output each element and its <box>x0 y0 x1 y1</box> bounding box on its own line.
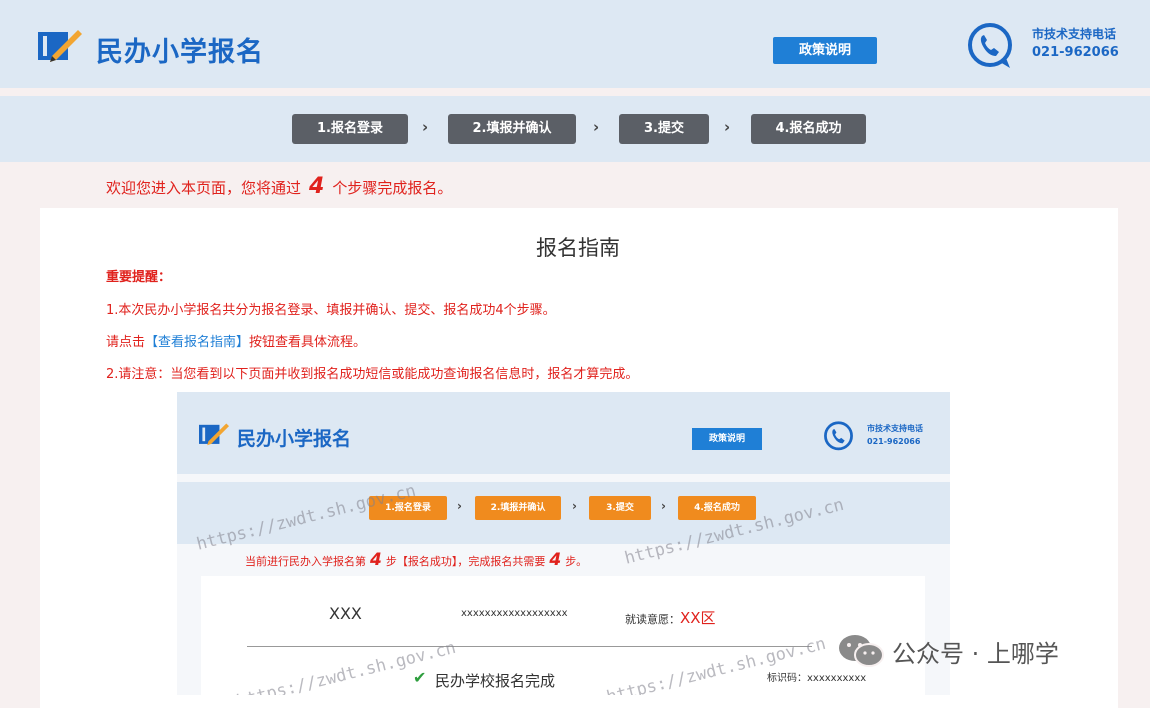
phone-icon <box>968 23 1012 68</box>
welcome-suffix: 个步骤完成报名。 <box>332 179 453 197</box>
example-support-phone: 021-962066 <box>867 437 921 446</box>
support-label: 市技术支持电话 <box>1032 27 1117 41</box>
welcome-prefix: 欢迎您进入本页面，您将通过 <box>106 179 302 197</box>
example-logo-icon <box>199 423 229 446</box>
view-guide-link[interactable]: 【查看报名指南】 <box>145 335 249 350</box>
guide-title: 报名指南 <box>536 236 620 260</box>
guide-line-3: 2.请注意：当您看到以下页面并收到报名成功短信或能成功查询报名信息时，报名才算完… <box>106 367 639 382</box>
important-heading: 重要提醒： <box>106 270 172 285</box>
example-screenshot: 民办小学报名 政策说明 市技术支持电话 021-962066 1.报名登录 › … <box>177 392 950 695</box>
wechat-account-label: 公众号 · 上哪学 <box>892 640 1059 668</box>
top-header: 民办小学报名 政策说明 市技术支持电话 021-962066 <box>0 0 1150 88</box>
example-name: XXX <box>329 604 362 623</box>
example-site-title: 民办小学报名 <box>237 428 352 450</box>
welcome-step-count: 4 <box>309 174 325 199</box>
example-code: 标识码：xxxxxxxxxx <box>767 673 867 684</box>
check-icon: ✔ <box>413 668 427 687</box>
logo-icon <box>38 30 82 62</box>
step-2-fill-confirm[interactable]: 2.填报并确认 <box>448 114 576 144</box>
example-step-arrow: › <box>661 499 666 513</box>
example-progress-text: 当前进行民办入学报名第 4 步【报名成功】，完成报名共需要 4 步。 <box>245 550 588 570</box>
guide-line-1: 1.本次民办小学报名共分为报名登录、填报并确认、提交、报名成功4个步骤。 <box>106 303 556 318</box>
step-arrow: › <box>422 118 429 136</box>
step-arrow: › <box>593 118 600 136</box>
example-step-3: 3.提交 <box>589 496 651 520</box>
steps-bar: 1.报名登录 › 2.填报并确认 › 3.提交 › 4.报名成功 <box>0 96 1150 162</box>
guide-line-2: 请点击【查看报名指南】按钮查看具体流程。 <box>106 335 367 350</box>
example-support-label: 市技术支持电话 <box>867 424 923 433</box>
example-step-arrow: › <box>457 499 462 513</box>
example-intent: 就读意愿：XX区 <box>625 609 716 627</box>
example-steps-bar: 1.报名登录 › 2.填报并确认 › 3.提交 › 4.报名成功 <box>177 482 950 544</box>
wechat-icon <box>839 635 884 667</box>
example-id-number: xxxxxxxxxxxxxxxxxx <box>461 608 568 619</box>
example-policy-button: 政策说明 <box>692 428 762 450</box>
step-arrow: › <box>724 118 731 136</box>
step-1-login[interactable]: 1.报名登录 <box>292 114 408 144</box>
support-phone: 021-962066 <box>1032 45 1119 60</box>
example-phone-icon <box>824 421 853 451</box>
example-divider <box>247 646 812 647</box>
policy-button[interactable]: 政策说明 <box>773 37 877 64</box>
example-step-4: 4.报名成功 <box>678 496 756 520</box>
site-title: 民办小学报名 <box>96 37 264 68</box>
example-header: 民办小学报名 政策说明 市技术支持电话 021-962066 <box>177 392 950 474</box>
example-step-arrow: › <box>572 499 577 513</box>
example-status: 民办学校报名完成 <box>435 672 556 690</box>
example-step-2: 2.填报并确认 <box>475 496 561 520</box>
welcome-message: 欢迎您进入本页面，您将通过 4 个步骤完成报名。 <box>106 174 452 199</box>
step-4-success[interactable]: 4.报名成功 <box>751 114 866 144</box>
step-3-submit[interactable]: 3.提交 <box>619 114 709 144</box>
example-step-1: 1.报名登录 <box>369 496 447 520</box>
